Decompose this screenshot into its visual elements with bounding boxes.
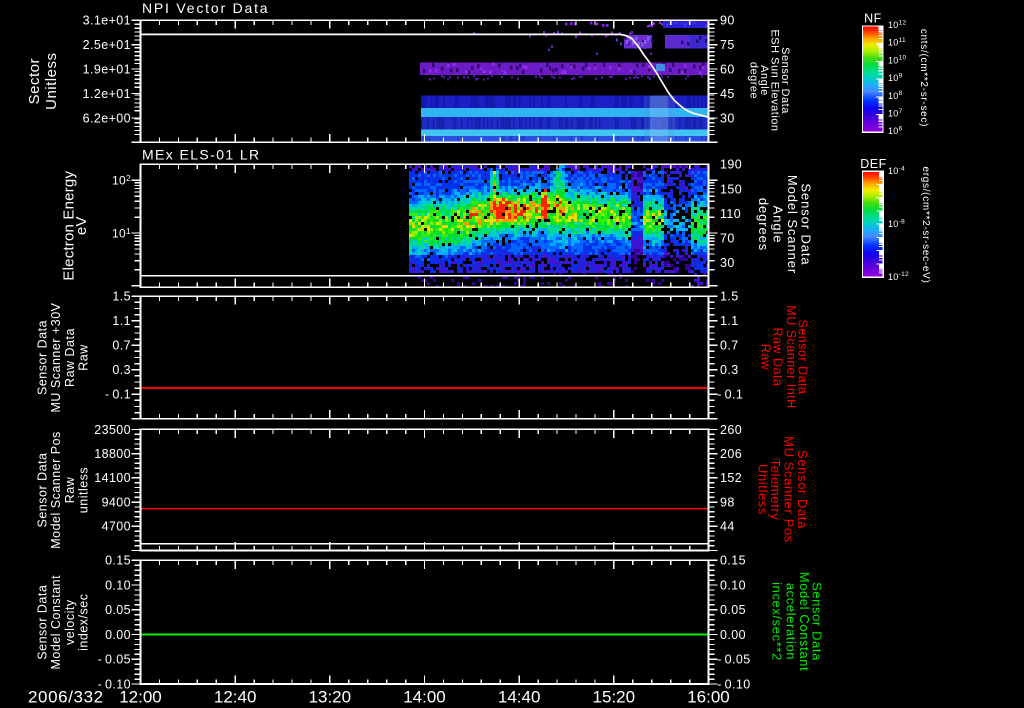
svg-text:70: 70 (720, 231, 735, 245)
svg-text:0.3: 0.3 (112, 363, 131, 377)
svg-text:15:20: 15:20 (593, 688, 636, 707)
svg-text:0.7: 0.7 (112, 339, 131, 353)
svg-text:Sensor Data: Sensor Data (35, 585, 49, 660)
svg-text:- 0.05: - 0.05 (717, 653, 750, 667)
svg-text:Raw: Raw (758, 344, 772, 371)
svg-text:0.3: 0.3 (720, 363, 739, 377)
svg-text:12:00: 12:00 (119, 688, 162, 707)
svg-text:190: 190 (720, 158, 742, 172)
svg-text:- 0.05: - 0.05 (98, 653, 131, 667)
svg-text:4700: 4700 (102, 520, 131, 534)
svg-text:Angle: Angle (770, 206, 785, 244)
svg-text:Model Scanner Pos: Model Scanner Pos (49, 431, 63, 549)
svg-text:1.1: 1.1 (112, 314, 131, 328)
svg-text:incex/sec**2: incex/sec**2 (770, 582, 785, 661)
svg-text:Raw Data: Raw Data (63, 328, 77, 387)
svg-text:- 0.1: - 0.1 (105, 388, 131, 402)
svg-text:unitless: unitless (77, 467, 91, 513)
svg-text:0.05: 0.05 (105, 603, 131, 617)
svg-text:0.15: 0.15 (720, 554, 746, 568)
svg-text:Sensor Data: Sensor Data (35, 320, 49, 395)
svg-text:velocity: velocity (63, 599, 77, 645)
svg-text:0.10: 0.10 (720, 578, 746, 592)
svg-text:16:00: 16:00 (687, 688, 730, 707)
svg-text:12:40: 12:40 (214, 688, 257, 707)
svg-text:1.5: 1.5 (720, 290, 739, 304)
svg-text:30: 30 (720, 256, 735, 270)
svg-text:152: 152 (720, 471, 742, 485)
svg-text:index/sec: index/sec (77, 594, 91, 651)
svg-text:Model Scanner: Model Scanner (785, 175, 800, 274)
svg-text:60: 60 (720, 62, 735, 76)
svg-text:110: 110 (720, 207, 741, 221)
svg-text:14100: 14100 (94, 471, 131, 485)
svg-text:13:20: 13:20 (309, 688, 352, 707)
svg-text:1.9e+01: 1.9e+01 (83, 62, 131, 76)
svg-text:MU Scanner +30V: MU Scanner +30V (49, 302, 63, 412)
svg-text:2.5e+01: 2.5e+01 (83, 38, 131, 52)
svg-text:9400: 9400 (102, 495, 131, 509)
svg-text:18800: 18800 (94, 447, 131, 461)
svg-text:0.00: 0.00 (105, 628, 131, 642)
svg-text:206: 206 (720, 447, 742, 461)
svg-text:14:40: 14:40 (498, 688, 541, 707)
svg-text:degrees: degrees (756, 198, 771, 251)
svg-text:ergs/(cm**2-sr-sec-eV): ergs/(cm**2-sr-sec-eV) (920, 166, 931, 283)
svg-text:cnts/(cm**2-sr-sec): cnts/(cm**2-sr-sec) (918, 29, 929, 127)
svg-text:- 0.1: - 0.1 (717, 388, 743, 402)
svg-text:0.15: 0.15 (105, 554, 131, 568)
svg-text:Sector: Sector (26, 58, 43, 104)
svg-text:98: 98 (720, 495, 735, 509)
svg-text:NF: NF (864, 12, 882, 26)
svg-text:75: 75 (720, 38, 735, 52)
svg-text:degree: degree (748, 62, 760, 99)
svg-text:45: 45 (720, 87, 735, 101)
svg-text:2006/332: 2006/332 (28, 688, 104, 707)
svg-text:30: 30 (720, 111, 735, 125)
svg-text:DEF: DEF (860, 157, 887, 171)
svg-text:1.5: 1.5 (112, 290, 131, 304)
svg-text:6.2e+00: 6.2e+00 (83, 111, 131, 125)
svg-text:0.10: 0.10 (105, 578, 131, 592)
svg-text:Raw: Raw (77, 344, 91, 371)
svg-text:90: 90 (720, 14, 735, 28)
svg-text:0.00: 0.00 (720, 628, 746, 642)
svg-text:23500: 23500 (94, 423, 131, 437)
svg-text:1.1: 1.1 (720, 314, 739, 328)
svg-text:Unitless: Unitless (43, 53, 60, 110)
svg-text:MEx ELS-01 LR: MEx ELS-01 LR (142, 147, 261, 163)
svg-text:Model Constant: Model Constant (49, 575, 63, 670)
svg-text:150: 150 (720, 182, 742, 196)
svg-text:260: 260 (720, 423, 742, 437)
svg-text:0.05: 0.05 (720, 603, 746, 617)
svg-text:44: 44 (720, 520, 735, 534)
svg-text:Raw: Raw (63, 476, 77, 503)
svg-text:0.7: 0.7 (720, 339, 739, 353)
svg-text:Unitless: Unitless (755, 464, 770, 515)
svg-text:eV: eV (73, 216, 90, 235)
svg-text:acceleration: acceleration (784, 583, 799, 660)
svg-text:1.2e+01: 1.2e+01 (83, 87, 131, 101)
svg-text:Sensor Data: Sensor Data (35, 453, 49, 528)
svg-text:3.1e+01: 3.1e+01 (83, 14, 131, 28)
svg-text:NPI Vector Data: NPI Vector Data (142, 0, 269, 16)
svg-text:14:00: 14:00 (403, 688, 446, 707)
svg-text:MU Scanner IntH: MU Scanner IntH (784, 305, 798, 408)
